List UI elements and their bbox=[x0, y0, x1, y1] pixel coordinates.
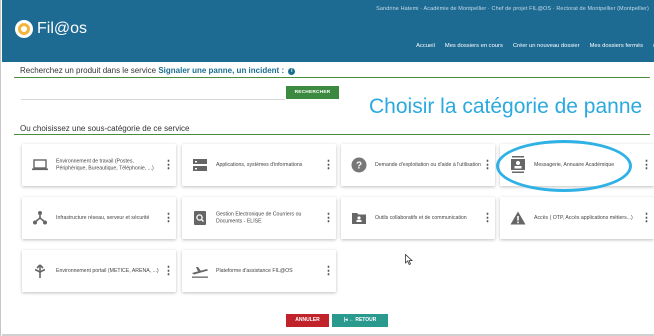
logo-icon bbox=[15, 20, 33, 38]
service-link[interactable]: Signaler une panne, un incident : bbox=[158, 66, 284, 75]
more-vert-icon[interactable] bbox=[641, 159, 645, 171]
app-logo[interactable]: Fil@os bbox=[15, 20, 87, 38]
more-vert-icon[interactable] bbox=[482, 159, 486, 171]
category-card-environnement-travail[interactable]: Environnement de travail (Postes, Périph… bbox=[22, 144, 176, 186]
more-vert-icon[interactable] bbox=[482, 212, 486, 224]
category-card-exploitation[interactable]: ? Demande d'exploitation ou d'aide à l'u… bbox=[341, 144, 495, 186]
cancel-button[interactable]: ANNULER bbox=[286, 314, 329, 327]
search-input[interactable] bbox=[21, 86, 285, 100]
card-label: Infrastructure réseau, serveur et sécuri… bbox=[56, 214, 150, 221]
card-label: Environnement de travail (Postes, Périph… bbox=[56, 158, 154, 172]
nav-creer-dossier[interactable]: Créer un nouveau dossier bbox=[513, 43, 580, 49]
category-card-infrastructure[interactable]: Infrastructure réseau, serveur et sécuri… bbox=[22, 197, 176, 239]
help-icon: ? bbox=[350, 156, 368, 174]
category-card-plateforme-assistance[interactable]: Plateforme d'assistance FIL@OS bbox=[182, 250, 336, 292]
more-vert-icon[interactable] bbox=[323, 212, 327, 224]
folder-people-icon bbox=[350, 209, 368, 227]
document-search-icon bbox=[191, 209, 209, 227]
more-vert-icon[interactable] bbox=[323, 265, 327, 277]
category-card-applications[interactable]: Applications, systèmes d'informations bbox=[182, 144, 336, 186]
app-name: Fil@os bbox=[37, 20, 88, 37]
svg-text:?: ? bbox=[356, 161, 362, 172]
more-vert-icon[interactable] bbox=[641, 212, 645, 224]
annotation-text: Choisir la catégorie de panne bbox=[369, 95, 643, 118]
main-nav: Accueil Mes dossiers en cours Créer un n… bbox=[406, 43, 654, 49]
search-heading: Recherchez un produit dans le service Si… bbox=[20, 66, 296, 75]
nav-accueil[interactable]: Accueil bbox=[416, 43, 435, 49]
airplane-icon bbox=[191, 262, 209, 280]
card-label: Demande d'exploitation ou d'aide à l'uti… bbox=[375, 161, 481, 168]
signpost-icon bbox=[31, 262, 49, 280]
card-label: Plateforme d'assistance FIL@OS bbox=[216, 267, 293, 274]
nav-mes-dossiers-fermes[interactable]: Mes dossiers fermés bbox=[590, 43, 643, 49]
warning-icon bbox=[509, 209, 527, 227]
app-header: Sandrine Hatemi · Académie de Montpellie… bbox=[2, 0, 654, 62]
card-label: Accès ( OTP, Accès applications métiers.… bbox=[534, 214, 633, 221]
search-heading-prefix: Recherchez un produit dans le service bbox=[20, 66, 157, 75]
subcategory-heading: Ou choisissez une sous-catégorie de ce s… bbox=[20, 124, 190, 133]
more-vert-icon[interactable] bbox=[323, 159, 327, 171]
search-button[interactable]: RECHERCHER bbox=[286, 86, 339, 99]
back-button[interactable]: |◂ ← RETOUR bbox=[332, 314, 388, 327]
info-icon[interactable]: i bbox=[288, 68, 296, 75]
network-icon bbox=[31, 209, 49, 227]
nav-mes-dossiers-en-cours[interactable]: Mes dossiers en cours bbox=[445, 43, 503, 49]
more-vert-icon[interactable] bbox=[163, 212, 167, 224]
card-label: Applications, systèmes d'informations bbox=[216, 161, 303, 168]
divider bbox=[14, 134, 650, 135]
laptop-icon bbox=[31, 156, 49, 174]
category-card-gestion-courriers[interactable]: Gestion Electronique de Courriers ou Doc… bbox=[182, 197, 336, 239]
server-icon bbox=[191, 156, 209, 174]
divider bbox=[14, 77, 650, 78]
more-vert-icon[interactable] bbox=[163, 159, 167, 171]
category-card-acces[interactable]: Accès ( OTP, Accès applications métiers.… bbox=[500, 197, 654, 239]
highlight-circle-annotation bbox=[496, 140, 632, 192]
user-info-line: Sandrine Hatemi · Académie de Montpellie… bbox=[376, 6, 649, 12]
category-card-environnement-portail[interactable]: Environnement portail (METICE, ARENA, ..… bbox=[22, 250, 176, 292]
category-card-outils-collaboratifs[interactable]: Outils collaboratifs et de communication bbox=[341, 197, 495, 239]
page: Sandrine Hatemi · Académie de Montpellie… bbox=[0, 0, 654, 336]
card-label: Gestion Electronique de Courriers ou Doc… bbox=[216, 211, 302, 225]
more-vert-icon[interactable] bbox=[163, 265, 167, 277]
card-label: Outils collaboratifs et de communication bbox=[375, 214, 467, 221]
mouse-cursor-icon bbox=[405, 252, 414, 270]
card-label: Environnement portail (METICE, ARENA, ..… bbox=[56, 267, 159, 274]
